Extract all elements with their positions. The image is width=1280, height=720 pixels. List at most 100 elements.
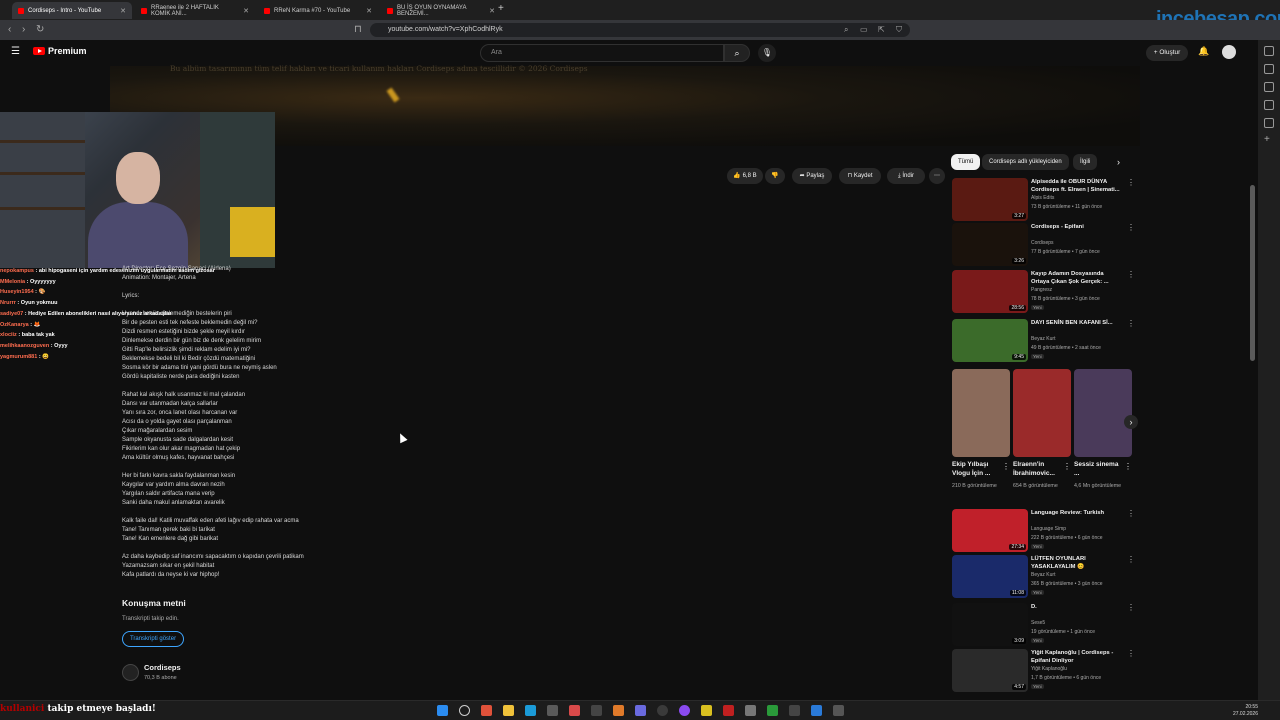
video-title[interactable]: DAYI SENİN BEN KAFANI Sİ... — [1031, 319, 1126, 327]
youtube-logo[interactable]: Premium — [33, 46, 87, 56]
system-clock[interactable]: 20:55 27.02.2026 — [1233, 704, 1258, 718]
recommended-video[interactable]: 4:57 Yiğit Kaplanoğlu | Cordiseps - Epifan… — [951, 649, 1141, 695]
video-title[interactable]: Language Review: Turkish — [1031, 509, 1126, 517]
app-icon[interactable] — [701, 705, 712, 716]
recommended-video[interactable]: 3:27 Alpisedda ile OBUR DÜNYA Cordiseps ft… — [951, 178, 1141, 224]
recommended-video[interactable]: 11:08 LÜTFEN OYUNLARI YASAKLAYALIM 😊 Beyaz … — [951, 555, 1141, 601]
video-title[interactable]: Cordiseps - Epifani — [1031, 223, 1126, 231]
channel-name[interactable]: Cordiseps — [144, 663, 181, 672]
video-channel[interactable]: Beyaz Kurt — [1031, 336, 1055, 342]
video-thumbnail[interactable]: 11:08 — [952, 555, 1028, 598]
video-channel[interactable]: Beyaz Kurt — [1031, 572, 1055, 578]
settings-icon[interactable] — [745, 705, 756, 716]
more-options-icon[interactable]: ⋮ — [1127, 178, 1135, 187]
app-icon[interactable] — [833, 705, 844, 716]
video-channel[interactable]: Language Simp — [1031, 526, 1066, 532]
video-title[interactable]: Kayıp Adamın Dosyasında Ortaya Çıkan Şok … — [1031, 270, 1126, 286]
new-tab-icon[interactable]: + — [498, 3, 504, 14]
show-transcript-button[interactable]: Transkripti göster — [122, 631, 184, 647]
download-button[interactable]: ⤓ İndir — [887, 168, 925, 184]
bell-icon[interactable]: 🔔 — [1198, 46, 1209, 57]
video-title[interactable]: LÜTFEN OYUNLARI YASAKLAYALIM 😊 — [1031, 555, 1126, 571]
recommended-video[interactable]: 28:56 Kayıp Adamın Dosyasında Ortaya Çıkan… — [951, 270, 1141, 316]
chip-uploader[interactable]: Cordiseps adlı yükleyiciden — [982, 154, 1069, 170]
short-title[interactable]: Elraenn'in İbrahimovic... — [1013, 460, 1061, 478]
like-button[interactable]: 👍 6,8 B — [727, 168, 763, 184]
video-channel[interactable]: Yiğit Kaplanoğlu — [1031, 666, 1067, 672]
sidebar-app-icon[interactable] — [1264, 82, 1274, 92]
short-title[interactable]: Sessiz sinema ... — [1074, 460, 1122, 478]
video-channel[interactable]: Alpis Edits — [1031, 195, 1054, 201]
tab[interactable]: BU İŞ OYUN OYNAMAYA BENZEMİ... ✕ — [381, 2, 501, 19]
video-title[interactable]: Yiğit Kaplanoğlu | Cordiseps - Epifani Di… — [1031, 649, 1126, 665]
app-icon[interactable] — [789, 705, 800, 716]
chip-related[interactable]: İlgili — [1073, 154, 1098, 170]
sidebar-add-icon[interactable]: + — [1264, 134, 1270, 145]
more-actions-icon[interactable]: ⋯ — [929, 168, 945, 184]
more-options-icon[interactable]: ⋮ — [1127, 270, 1135, 279]
video-channel[interactable]: Cordiseps — [1031, 240, 1054, 246]
search-taskbar-icon[interactable] — [459, 705, 470, 716]
video-title[interactable]: Alpisedda ile OBUR DÜNYA Cordiseps ft. El… — [1031, 178, 1126, 194]
close-tab-icon[interactable]: ✕ — [366, 7, 372, 15]
share-page-icon[interactable]: ⇱ — [878, 23, 885, 37]
video-thumbnail[interactable]: 9:45 — [952, 319, 1028, 362]
menu-icon[interactable]: ☰ — [11, 46, 20, 57]
app-icon[interactable] — [657, 705, 668, 716]
reload-icon[interactable]: ↻ — [36, 23, 44, 37]
app-icon[interactable] — [613, 705, 624, 716]
short-title[interactable]: Ekip Yılbaşı Vlogu İçin ... — [952, 460, 1000, 478]
more-options-icon[interactable]: ⋮ — [1127, 509, 1135, 518]
more-options-icon[interactable]: ⋮ — [1127, 223, 1135, 232]
more-options-icon[interactable]: ⋮ — [1127, 555, 1135, 564]
more-options-icon[interactable]: ⋮ — [1124, 462, 1132, 471]
app-icon[interactable] — [811, 705, 822, 716]
close-tab-icon[interactable]: ✕ — [243, 7, 249, 15]
short-thumbnail[interactable] — [952, 369, 1010, 457]
app-icon[interactable] — [635, 705, 646, 716]
app-icon[interactable] — [569, 705, 580, 716]
sidebar-app-icon[interactable] — [1264, 46, 1274, 56]
scrollbar[interactable] — [1250, 185, 1255, 361]
shield-icon[interactable]: ⛉ — [896, 23, 902, 37]
save-button[interactable]: ⊓ Kaydet — [839, 168, 881, 184]
app-icon[interactable] — [547, 705, 558, 716]
tab-active[interactable]: Cordiseps - Intro - YouTube ✕ — [12, 2, 132, 19]
sidebar-app-icon[interactable] — [1264, 118, 1274, 128]
sidebar-app-icon[interactable] — [1264, 64, 1274, 74]
app-icon[interactable] — [723, 705, 734, 716]
steam-icon[interactable] — [525, 705, 536, 716]
bookmark-icon[interactable]: ⊓ — [354, 23, 362, 37]
short-thumbnail[interactable] — [1013, 369, 1071, 457]
search-input[interactable]: Ara — [480, 44, 724, 62]
app-icon[interactable] — [767, 705, 778, 716]
share-button[interactable]: ➦ Paylaş — [792, 168, 832, 184]
more-options-icon[interactable]: ⋮ — [1063, 462, 1071, 471]
more-options-icon[interactable]: ⋮ — [1127, 649, 1135, 658]
tab[interactable]: RReN Karma #70 - YouTube ✕ — [258, 2, 378, 19]
video-thumbnail[interactable]: 27:34 — [952, 509, 1028, 552]
video-thumbnail[interactable]: 3:26 — [952, 223, 1028, 266]
video-thumbnail[interactable]: 28:56 — [952, 270, 1028, 313]
create-button[interactable]: + Oluştur — [1146, 45, 1188, 61]
video-channel[interactable]: Sese5 — [1031, 620, 1045, 626]
recommended-video[interactable]: 3:26 Cordiseps - Epifani Cordiseps 77 B gör… — [951, 223, 1141, 269]
start-icon[interactable] — [437, 705, 448, 716]
more-options-icon[interactable]: ⋮ — [1127, 319, 1135, 328]
avatar[interactable] — [1222, 45, 1236, 59]
search-icon[interactable]: ⌕ — [724, 44, 750, 62]
more-options-icon[interactable]: ⋮ — [1127, 603, 1135, 612]
recommended-video[interactable]: 27:34 Language Review: Turkish Language Si… — [951, 509, 1141, 555]
short-thumbnail[interactable] — [1074, 369, 1132, 457]
zoom-icon[interactable]: ⌕ — [844, 23, 848, 37]
recommended-video[interactable]: 3:09 D. Sese5 19 görüntüleme • 1 gün önce Ye… — [951, 603, 1141, 649]
channel-avatar[interactable] — [122, 664, 139, 681]
close-tab-icon[interactable]: ✕ — [120, 7, 126, 15]
app-icon[interactable] — [679, 705, 690, 716]
tab[interactable]: RRaenee ile 2 HAFTALIK KOMİK ANİ... ✕ — [135, 2, 255, 19]
shorts-next-icon[interactable]: › — [1124, 415, 1138, 429]
files-icon[interactable] — [503, 705, 514, 716]
more-options-icon[interactable]: ⋮ — [1002, 462, 1010, 471]
video-thumbnail[interactable]: 4:57 — [952, 649, 1028, 692]
video-thumbnail[interactable]: 3:27 — [952, 178, 1028, 221]
